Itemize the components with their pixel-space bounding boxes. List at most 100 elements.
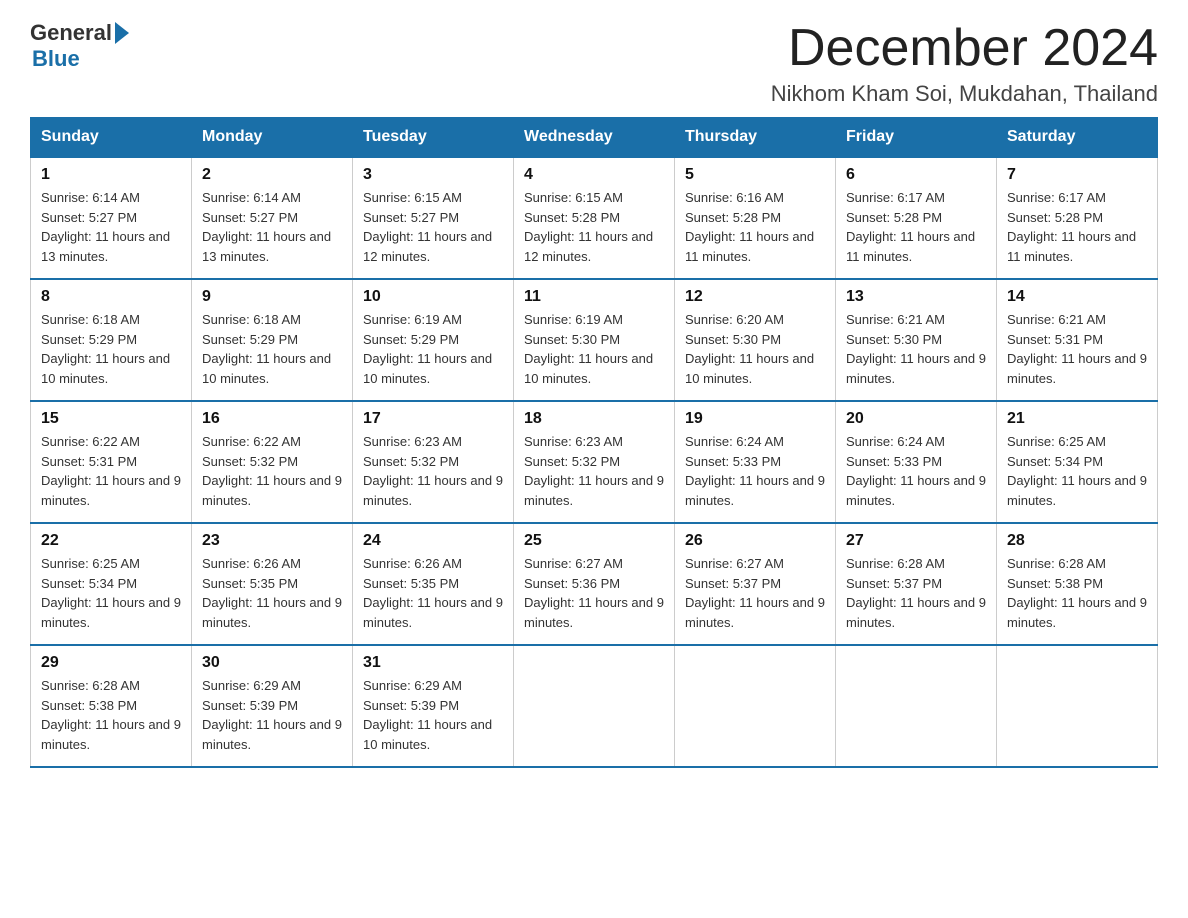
day-number: 4 [524,166,664,184]
day-number: 28 [1007,532,1147,550]
day-info: Sunrise: 6:28 AM Sunset: 5:38 PM Dayligh… [41,676,181,754]
day-number: 30 [202,654,342,672]
day-cell: 31 Sunrise: 6:29 AM Sunset: 5:39 PM Dayl… [353,645,514,767]
day-info: Sunrise: 6:19 AM Sunset: 5:30 PM Dayligh… [524,310,664,388]
day-number: 15 [41,410,181,428]
day-info: Sunrise: 6:26 AM Sunset: 5:35 PM Dayligh… [202,554,342,632]
day-cell: 24 Sunrise: 6:26 AM Sunset: 5:35 PM Dayl… [353,523,514,645]
day-info: Sunrise: 6:24 AM Sunset: 5:33 PM Dayligh… [846,432,986,510]
day-number: 16 [202,410,342,428]
header-thursday: Thursday [675,118,836,158]
day-cell: 3 Sunrise: 6:15 AM Sunset: 5:27 PM Dayli… [353,157,514,279]
day-info: Sunrise: 6:17 AM Sunset: 5:28 PM Dayligh… [846,188,986,266]
day-number: 19 [685,410,825,428]
day-number: 20 [846,410,986,428]
day-info: Sunrise: 6:27 AM Sunset: 5:37 PM Dayligh… [685,554,825,632]
day-number: 29 [41,654,181,672]
day-info: Sunrise: 6:21 AM Sunset: 5:30 PM Dayligh… [846,310,986,388]
header-tuesday: Tuesday [353,118,514,158]
day-cell: 30 Sunrise: 6:29 AM Sunset: 5:39 PM Dayl… [192,645,353,767]
day-info: Sunrise: 6:18 AM Sunset: 5:29 PM Dayligh… [202,310,342,388]
header-saturday: Saturday [997,118,1158,158]
day-cell: 5 Sunrise: 6:16 AM Sunset: 5:28 PM Dayli… [675,157,836,279]
day-number: 10 [363,288,503,306]
day-number: 12 [685,288,825,306]
day-info: Sunrise: 6:29 AM Sunset: 5:39 PM Dayligh… [363,676,503,754]
day-number: 8 [41,288,181,306]
header-friday: Friday [836,118,997,158]
day-cell: 10 Sunrise: 6:19 AM Sunset: 5:29 PM Dayl… [353,279,514,401]
calendar-header-row: SundayMondayTuesdayWednesdayThursdayFrid… [31,118,1158,158]
day-cell: 16 Sunrise: 6:22 AM Sunset: 5:32 PM Dayl… [192,401,353,523]
day-info: Sunrise: 6:27 AM Sunset: 5:36 PM Dayligh… [524,554,664,632]
day-cell: 17 Sunrise: 6:23 AM Sunset: 5:32 PM Dayl… [353,401,514,523]
day-info: Sunrise: 6:28 AM Sunset: 5:38 PM Dayligh… [1007,554,1147,632]
day-number: 14 [1007,288,1147,306]
day-number: 17 [363,410,503,428]
day-number: 23 [202,532,342,550]
day-number: 21 [1007,410,1147,428]
day-info: Sunrise: 6:25 AM Sunset: 5:34 PM Dayligh… [41,554,181,632]
day-number: 13 [846,288,986,306]
calendar-table: SundayMondayTuesdayWednesdayThursdayFrid… [30,117,1158,768]
logo: General Blue [30,20,129,72]
day-info: Sunrise: 6:29 AM Sunset: 5:39 PM Dayligh… [202,676,342,754]
day-cell: 15 Sunrise: 6:22 AM Sunset: 5:31 PM Dayl… [31,401,192,523]
header-monday: Monday [192,118,353,158]
day-number: 9 [202,288,342,306]
day-cell: 2 Sunrise: 6:14 AM Sunset: 5:27 PM Dayli… [192,157,353,279]
location-title: Nikhom Kham Soi, Mukdahan, Thailand [771,81,1158,107]
day-cell [997,645,1158,767]
day-cell [514,645,675,767]
day-cell: 7 Sunrise: 6:17 AM Sunset: 5:28 PM Dayli… [997,157,1158,279]
day-cell: 28 Sunrise: 6:28 AM Sunset: 5:38 PM Dayl… [997,523,1158,645]
day-info: Sunrise: 6:14 AM Sunset: 5:27 PM Dayligh… [41,188,181,266]
day-cell: 25 Sunrise: 6:27 AM Sunset: 5:36 PM Dayl… [514,523,675,645]
day-cell [836,645,997,767]
header-sunday: Sunday [31,118,192,158]
week-row-1: 1 Sunrise: 6:14 AM Sunset: 5:27 PM Dayli… [31,157,1158,279]
day-info: Sunrise: 6:28 AM Sunset: 5:37 PM Dayligh… [846,554,986,632]
logo-text-general: General [30,20,112,46]
day-cell: 29 Sunrise: 6:28 AM Sunset: 5:38 PM Dayl… [31,645,192,767]
day-info: Sunrise: 6:15 AM Sunset: 5:27 PM Dayligh… [363,188,503,266]
week-row-3: 15 Sunrise: 6:22 AM Sunset: 5:31 PM Dayl… [31,401,1158,523]
day-info: Sunrise: 6:21 AM Sunset: 5:31 PM Dayligh… [1007,310,1147,388]
day-info: Sunrise: 6:24 AM Sunset: 5:33 PM Dayligh… [685,432,825,510]
day-cell: 26 Sunrise: 6:27 AM Sunset: 5:37 PM Dayl… [675,523,836,645]
day-info: Sunrise: 6:18 AM Sunset: 5:29 PM Dayligh… [41,310,181,388]
day-number: 18 [524,410,664,428]
day-info: Sunrise: 6:22 AM Sunset: 5:32 PM Dayligh… [202,432,342,510]
day-info: Sunrise: 6:19 AM Sunset: 5:29 PM Dayligh… [363,310,503,388]
day-cell: 1 Sunrise: 6:14 AM Sunset: 5:27 PM Dayli… [31,157,192,279]
day-cell: 27 Sunrise: 6:28 AM Sunset: 5:37 PM Dayl… [836,523,997,645]
day-cell: 19 Sunrise: 6:24 AM Sunset: 5:33 PM Dayl… [675,401,836,523]
day-number: 7 [1007,166,1147,184]
day-number: 24 [363,532,503,550]
day-cell: 8 Sunrise: 6:18 AM Sunset: 5:29 PM Dayli… [31,279,192,401]
day-info: Sunrise: 6:15 AM Sunset: 5:28 PM Dayligh… [524,188,664,266]
week-row-4: 22 Sunrise: 6:25 AM Sunset: 5:34 PM Dayl… [31,523,1158,645]
logo-triangle-icon [115,22,129,44]
month-title: December 2024 [771,20,1158,77]
day-info: Sunrise: 6:20 AM Sunset: 5:30 PM Dayligh… [685,310,825,388]
day-number: 31 [363,654,503,672]
day-number: 25 [524,532,664,550]
day-info: Sunrise: 6:17 AM Sunset: 5:28 PM Dayligh… [1007,188,1147,266]
day-cell: 20 Sunrise: 6:24 AM Sunset: 5:33 PM Dayl… [836,401,997,523]
day-info: Sunrise: 6:23 AM Sunset: 5:32 PM Dayligh… [524,432,664,510]
week-row-2: 8 Sunrise: 6:18 AM Sunset: 5:29 PM Dayli… [31,279,1158,401]
day-number: 3 [363,166,503,184]
day-cell: 6 Sunrise: 6:17 AM Sunset: 5:28 PM Dayli… [836,157,997,279]
title-section: December 2024 Nikhom Kham Soi, Mukdahan,… [771,20,1158,107]
day-info: Sunrise: 6:26 AM Sunset: 5:35 PM Dayligh… [363,554,503,632]
logo-text-blue: Blue [32,46,80,72]
day-number: 2 [202,166,342,184]
day-number: 1 [41,166,181,184]
day-cell: 22 Sunrise: 6:25 AM Sunset: 5:34 PM Dayl… [31,523,192,645]
day-info: Sunrise: 6:22 AM Sunset: 5:31 PM Dayligh… [41,432,181,510]
day-info: Sunrise: 6:23 AM Sunset: 5:32 PM Dayligh… [363,432,503,510]
day-cell: 18 Sunrise: 6:23 AM Sunset: 5:32 PM Dayl… [514,401,675,523]
day-info: Sunrise: 6:14 AM Sunset: 5:27 PM Dayligh… [202,188,342,266]
page-header: General Blue December 2024 Nikhom Kham S… [30,20,1158,107]
